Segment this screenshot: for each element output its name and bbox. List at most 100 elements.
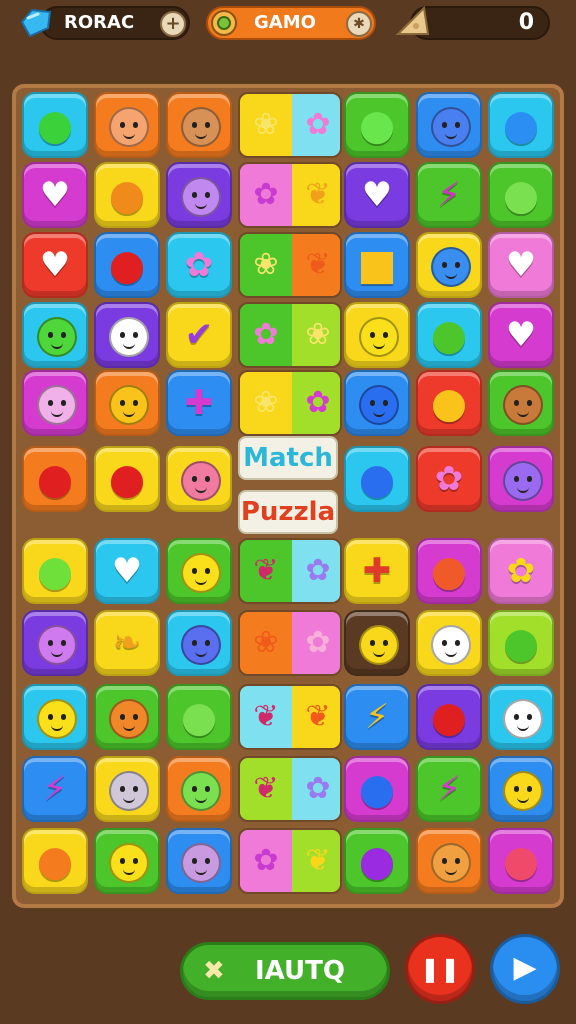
board-tile[interactable] <box>166 828 232 894</box>
flower-strip-tile[interactable]: ❦ ✿ <box>238 756 342 822</box>
board-tile[interactable] <box>488 370 554 436</box>
board-tile[interactable]: ♥ <box>22 232 88 298</box>
symbol-icon: ✿ <box>434 459 464 499</box>
creature-icon <box>37 625 77 665</box>
board-tile[interactable]: ● <box>488 610 554 676</box>
flower-icon: ✿ <box>292 372 340 434</box>
board-tile[interactable]: ✚ <box>344 538 410 604</box>
board-tile[interactable] <box>94 828 160 894</box>
add-currency-1-button[interactable]: + <box>160 11 186 37</box>
board-tile[interactable] <box>344 610 410 676</box>
flower-strip-tile[interactable]: ❦ ✿ <box>238 538 342 604</box>
score-value: 0 <box>518 10 534 35</box>
board-tile[interactable]: ● <box>22 92 88 158</box>
fruit-icon: ● <box>430 378 468 427</box>
board-tile[interactable] <box>344 370 410 436</box>
board-tile[interactable]: ⚡ <box>344 684 410 750</box>
board-tile[interactable]: ⚡ <box>416 162 482 228</box>
creature-icon <box>109 771 149 811</box>
flower-strip-tile[interactable]: ✿ ❦ <box>238 828 342 894</box>
creature-icon <box>503 771 543 811</box>
board-tile[interactable] <box>94 302 160 368</box>
board-tile[interactable] <box>166 610 232 676</box>
board-tile[interactable] <box>22 370 88 436</box>
board-tile[interactable]: ❧ <box>94 610 160 676</box>
pause-icon: ❚❚ <box>419 955 461 983</box>
board-tile[interactable]: ● <box>488 162 554 228</box>
flower-icon: ✿ <box>240 830 292 892</box>
flower-strip-tile[interactable]: ❦ ❦ <box>238 684 342 750</box>
flower-strip-tile[interactable]: ✿ ❀ <box>238 302 342 368</box>
board-tile[interactable]: ● <box>344 828 410 894</box>
board-tile[interactable]: ♥ <box>488 232 554 298</box>
board-tile[interactable]: ● <box>344 756 410 822</box>
board-tile[interactable]: ● <box>94 162 160 228</box>
flower-strip-tile[interactable]: ❀ ❦ <box>238 232 342 298</box>
board-tile[interactable]: ■ <box>344 232 410 298</box>
board-tile[interactable] <box>22 610 88 676</box>
board-tile[interactable] <box>22 684 88 750</box>
board-tile[interactable] <box>344 302 410 368</box>
board-tile[interactable] <box>94 92 160 158</box>
play-button[interactable]: ▶ <box>490 934 560 1004</box>
flower-icon: ❀ <box>240 94 292 156</box>
board-tile[interactable]: ● <box>22 828 88 894</box>
board-tile[interactable]: ✿ <box>166 232 232 298</box>
board-tile[interactable]: ⚡ <box>22 756 88 822</box>
board-tile[interactable] <box>94 370 160 436</box>
board-tile[interactable]: ✚ <box>166 370 232 436</box>
creature-icon <box>109 317 149 357</box>
board-tile[interactable] <box>166 538 232 604</box>
auto-button[interactable]: ✖ IAUTQ <box>180 942 390 1000</box>
board-tile[interactable]: ● <box>94 446 160 512</box>
fruit-icon: ● <box>180 692 218 741</box>
board-tile[interactable] <box>416 828 482 894</box>
board-tile[interactable]: ● <box>416 684 482 750</box>
board-tile[interactable] <box>488 446 554 512</box>
board-tile[interactable]: ♥ <box>488 302 554 368</box>
board-tile[interactable]: ● <box>94 232 160 298</box>
board-tile[interactable]: ♥ <box>94 538 160 604</box>
board-tile[interactable] <box>166 756 232 822</box>
board-tile[interactable] <box>22 302 88 368</box>
board-tile[interactable] <box>94 756 160 822</box>
flower-strip-tile[interactable]: ❀ ✿ <box>238 92 342 158</box>
board-tile[interactable] <box>416 92 482 158</box>
flower-icon: ✿ <box>240 304 292 366</box>
board-tile[interactable]: ● <box>344 446 410 512</box>
board-tile[interactable]: ● <box>344 92 410 158</box>
board-tile[interactable]: ⚡ <box>416 756 482 822</box>
board-tile[interactable] <box>94 684 160 750</box>
board-tile[interactable]: ✿ <box>488 538 554 604</box>
board-tile[interactable]: ✔ <box>166 302 232 368</box>
fruit-icon: ● <box>430 310 468 359</box>
flower-icon: ❀ <box>240 372 292 434</box>
board-tile[interactable] <box>166 446 232 512</box>
board-tile[interactable] <box>488 684 554 750</box>
board-tile[interactable]: ● <box>416 370 482 436</box>
board-tile[interactable]: ● <box>22 538 88 604</box>
add-currency-2-button[interactable]: ✱ <box>346 11 372 37</box>
board-tile[interactable] <box>488 756 554 822</box>
board-tile[interactable]: ● <box>416 302 482 368</box>
board-tile[interactable]: ● <box>416 538 482 604</box>
board-tile[interactable] <box>416 232 482 298</box>
pause-button[interactable]: ❚❚ <box>405 934 475 1004</box>
flower-strip-tile[interactable]: ❀ ✿ <box>238 610 342 676</box>
symbol-icon: ⚡ <box>43 769 67 809</box>
board-tile[interactable]: ● <box>22 446 88 512</box>
board-tile[interactable] <box>166 92 232 158</box>
board-tile[interactable] <box>166 162 232 228</box>
board-tile[interactable] <box>416 610 482 676</box>
board-tile[interactable]: ● <box>488 828 554 894</box>
flower-strip-tile[interactable]: ✿ ❦ <box>238 162 342 228</box>
board-tile[interactable]: ● <box>488 92 554 158</box>
fruit-icon: ● <box>502 170 540 219</box>
board-tile[interactable]: ♥ <box>22 162 88 228</box>
board-tile[interactable]: ♥ <box>344 162 410 228</box>
flower-strip-tile[interactable]: ❀ ✿ <box>238 370 342 436</box>
board-tile[interactable]: ✿ <box>416 446 482 512</box>
symbol-icon: ♥ <box>505 315 537 355</box>
board-tile[interactable]: ● <box>166 684 232 750</box>
creature-icon <box>431 107 471 147</box>
